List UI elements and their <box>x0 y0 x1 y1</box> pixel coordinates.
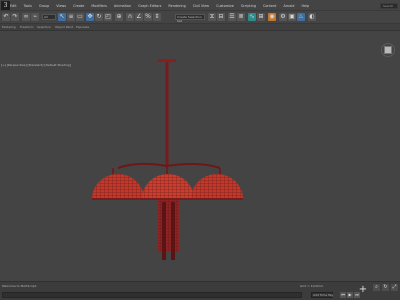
menu-scripting[interactable]: Scripting <box>241 4 256 8</box>
angle-snap-button[interactable]: ∠ <box>135 13 143 21</box>
unlink-button[interactable]: ⌁ <box>31 13 39 21</box>
schematic-icon: ⊞ <box>258 13 264 20</box>
menu-arnold[interactable]: Arnold <box>283 4 294 8</box>
magnet-icon: ∩ <box>127 13 133 20</box>
rectangle-selection-button[interactable]: ▭ <box>76 13 84 21</box>
mirror-button[interactable]: ⧖ <box>208 13 216 21</box>
menu-group[interactable]: Group <box>39 4 49 8</box>
menu-views[interactable]: Views <box>56 4 66 8</box>
app-logo[interactable]: 3 <box>1 1 10 10</box>
percent-icon: % <box>145 13 151 20</box>
menu-create[interactable]: Create <box>73 4 84 8</box>
menu-customize[interactable]: Customize <box>216 4 234 8</box>
render-production-button[interactable]: ♨ <box>297 13 305 21</box>
align-button[interactable]: ⊟ <box>217 13 225 21</box>
select-scale-button[interactable]: ◰ <box>104 13 112 21</box>
viewport-label[interactable]: [+] [Perspective] [Standard] [Default Sh… <box>0 63 71 69</box>
ribbon-tab-modeling[interactable]: Modeling <box>2 25 16 29</box>
material-editor-icon: ◉ <box>269 13 275 20</box>
snap-toggle-button[interactable]: ∩ <box>126 13 134 21</box>
schematic-view-button[interactable]: ⊞ <box>257 13 265 21</box>
angle-snap-icon: ∠ <box>136 13 142 20</box>
menu-items: Edit Tools Group Views Create Modifiers … <box>10 0 309 11</box>
ribbon-tab-populate[interactable]: Populate <box>76 25 89 29</box>
percent-snap-button[interactable]: % <box>144 13 152 21</box>
material-editor-button[interactable]: ◉ <box>268 13 276 21</box>
select-rotate-button[interactable]: ↻ <box>95 13 103 21</box>
link-button[interactable]: ∞ <box>22 13 30 21</box>
spinner-icon: ⇕ <box>154 13 160 20</box>
ribbon-tab-freeform[interactable]: Freeform <box>20 25 33 29</box>
zoom-icon[interactable]: ⌕ <box>373 284 380 291</box>
ribbon-tab-object-paint[interactable]: Object Paint <box>55 25 73 29</box>
layer-explorer-button[interactable]: ≣ <box>237 13 245 21</box>
orbit-icon[interactable]: ↻ <box>382 284 389 291</box>
menu-rendering[interactable]: Rendering <box>168 4 185 8</box>
status-bar: Welcome to MAXScript. Grid = 10,0mm Add … <box>0 281 400 300</box>
redo-icon: ↷ <box>12 13 18 20</box>
menu-animation[interactable]: Animation <box>114 4 131 8</box>
rendered-frame-window-button[interactable]: ▣ <box>288 13 296 21</box>
viewcube[interactable] <box>384 46 392 54</box>
unlink-icon: ⌁ <box>33 13 37 20</box>
menu-help[interactable]: Help <box>301 4 309 8</box>
timeline-slider[interactable] <box>2 292 302 298</box>
add-time-tag-button[interactable]: Add Time Tag <box>311 292 333 298</box>
undo-button[interactable]: ↶ <box>2 13 10 21</box>
spinner-snap-button[interactable]: ⇕ <box>153 13 161 21</box>
scene-explorer-button[interactable]: ☰ <box>228 13 236 21</box>
mirror-icon: ⧖ <box>209 13 215 20</box>
render-icon: ◐ <box>309 13 315 20</box>
curve-editor-icon: ∿ <box>249 13 255 20</box>
list-icon: ≡ <box>68 13 74 20</box>
menu-edit[interactable]: Edit <box>10 4 17 8</box>
cursor-icon: ↖ <box>59 13 65 20</box>
menu-content[interactable]: Content <box>263 4 277 8</box>
link-icon: ∞ <box>23 13 29 20</box>
coordinate-icon: ⊕ <box>116 13 122 20</box>
select-object-button[interactable]: ↖ <box>58 13 66 21</box>
select-by-name-button[interactable]: ≡ <box>67 13 75 21</box>
play-icon[interactable]: ▶ <box>347 292 353 298</box>
go-to-start-icon[interactable]: ⏮ <box>340 292 346 298</box>
ribbon-tab-selection[interactable]: Selection <box>37 25 51 29</box>
menu-bar: 3 Edit Tools Group Views Create Modifier… <box>0 0 400 11</box>
main-toolbar: ↶ ↷ ∞ ⌁ All ↖ ≡ ▭ ✥ ↻ ◰ ⊕ ∩ ∠ % ⇕ Create… <box>0 11 400 24</box>
playback-controls: ⏮ ▶ ⏭ <box>340 292 360 298</box>
rotate-icon: ↻ <box>96 13 102 20</box>
move-icon: ✥ <box>87 13 93 20</box>
curve-editor-button[interactable]: ∿ <box>248 13 256 21</box>
selection-filter-dropdown[interactable]: All <box>42 14 56 20</box>
render-setup-button[interactable]: ⚙ <box>279 13 287 21</box>
maxscript-listener[interactable]: Welcome to MAXScript. <box>2 284 37 288</box>
frame-window-icon: ▣ <box>289 13 295 20</box>
teapot-icon: ♨ <box>298 13 304 20</box>
search-input[interactable]: Search <box>380 3 398 9</box>
scale-icon: ◰ <box>105 13 111 20</box>
align-icon: ⊟ <box>218 13 224 20</box>
rectangle-selection-icon: ▭ <box>77 13 83 20</box>
menu-tools[interactable]: Tools <box>24 4 32 8</box>
perspective-viewport[interactable]: [+] [Perspective] [Standard] [Default Sh… <box>0 31 400 281</box>
redo-button[interactable]: ↷ <box>11 13 19 21</box>
ribbon: Modeling Freeform Selection Object Paint… <box>0 24 400 31</box>
menu-modifiers[interactable]: Modifiers <box>91 4 106 8</box>
viewport-navigation: ⌕ ↻ ⤢ <box>373 284 398 291</box>
grid-readout: Grid = 10,0mm <box>300 284 324 288</box>
pan-icon[interactable]: + <box>358 285 368 295</box>
scene-explorer-icon: ☰ <box>229 13 235 20</box>
layers-icon: ≣ <box>238 13 244 20</box>
render-setup-icon: ⚙ <box>280 13 286 20</box>
select-move-button[interactable]: ✥ <box>86 13 94 21</box>
named-selection-set-dropdown[interactable]: Create Selection Set <box>175 14 205 23</box>
menu-graph-editors[interactable]: Graph Editors <box>138 4 161 8</box>
render-button[interactable]: ◐ <box>308 13 316 21</box>
maximize-icon[interactable]: ⤢ <box>391 284 398 291</box>
undo-icon: ↶ <box>3 13 9 20</box>
menu-civil-view[interactable]: Civil View <box>193 4 209 8</box>
reference-coord-button[interactable]: ⊕ <box>115 13 123 21</box>
